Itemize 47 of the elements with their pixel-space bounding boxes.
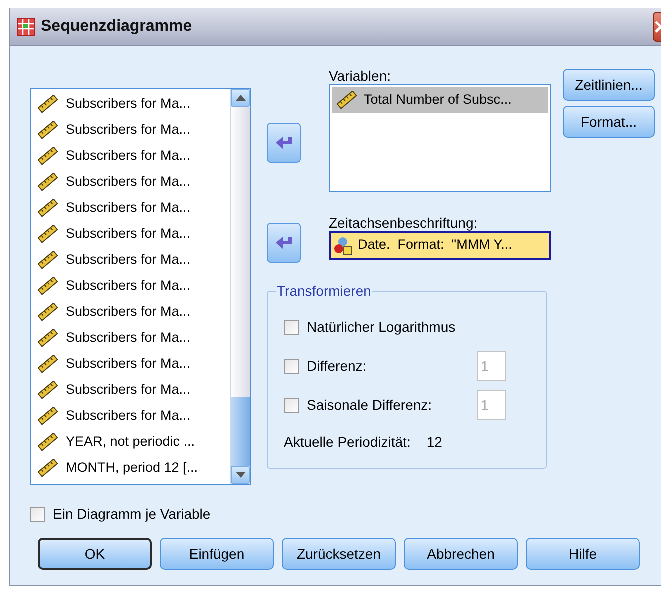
- option-label: Saisonale Differenz:: [307, 396, 434, 414]
- variable-list-item[interactable]: MONTH, period 12 [...: [31, 455, 230, 481]
- checkbox[interactable]: [284, 320, 299, 334]
- variable-list-item[interactable]: Subscribers for Ma...: [31, 403, 230, 429]
- variable-list-item[interactable]: Subscribers for Ma...: [31, 169, 230, 195]
- variables-label: Variablen:: [329, 67, 392, 84]
- window-title: Sequenzdiagramme: [41, 16, 194, 36]
- move-arrow-button[interactable]: [267, 123, 301, 163]
- variable-list-item[interactable]: Total Number of Subsc...: [332, 87, 548, 113]
- dialog-button[interactable]: Abbrechen: [404, 538, 518, 570]
- variable-list-item[interactable]: Subscribers for Ma...: [31, 117, 230, 143]
- scrollbar-thumb[interactable]: [231, 397, 250, 466]
- group-title: Transformieren: [276, 282, 372, 301]
- periodicity-label: Aktuelle Periodizität:: [284, 433, 411, 452]
- scroll-down-button[interactable]: [231, 466, 250, 484]
- curved-arrow-icon: [275, 135, 293, 151]
- variable-list-item[interactable]: Subscribers for Ma...: [31, 91, 230, 117]
- variable-list-item[interactable]: Subscribers for Ma...: [31, 195, 230, 221]
- variable-list-item[interactable]: Subscribers for Ma...: [31, 351, 230, 377]
- variable-list-item[interactable]: Subscribers for Ma...: [31, 247, 230, 273]
- dialog-button[interactable]: Zurücksetzen: [282, 538, 396, 570]
- checkbox-label: Ein Diagramm je Variable: [53, 505, 211, 524]
- dialog-button[interactable]: Einfügen: [160, 538, 274, 570]
- side-button[interactable]: Zeitlinien...: [563, 69, 655, 101]
- move-arrow-button[interactable]: [267, 223, 301, 263]
- scroll-down-icon: [236, 472, 246, 478]
- variable-list-item[interactable]: Subscribers for Ma...: [31, 377, 230, 403]
- variable-list-item[interactable]: Subscribers for Ma...: [31, 299, 230, 325]
- checkbox[interactable]: [30, 507, 45, 522]
- variable-list-item[interactable]: Subscribers for Ma...: [31, 273, 230, 299]
- curved-arrow-icon: [275, 235, 293, 251]
- time-axis-field[interactable]: Date. Format: "MMM Y...: [329, 231, 551, 260]
- time-axis-label: Zeitachsenbeschriftung:: [329, 214, 479, 231]
- variable-list-item[interactable]: Subscribers for Ma...: [31, 325, 230, 351]
- periodicity-value: 12: [426, 433, 442, 452]
- variable-list-item[interactable]: Subscribers for Ma...: [31, 143, 230, 169]
- date-variable-icon: [334, 236, 354, 254]
- scroll-up-icon: [236, 95, 246, 101]
- option-label: Differenz:: [307, 356, 368, 376]
- dialog-button[interactable]: OK: [38, 538, 152, 570]
- dialog-button[interactable]: Hilfe: [526, 538, 640, 570]
- scroll-up-button[interactable]: [231, 89, 250, 107]
- table-icon: [17, 18, 35, 36]
- variable-list-item[interactable]: YEAR, not periodic ...: [31, 429, 230, 455]
- option-label: Natürlicher Logarithmus: [307, 318, 457, 337]
- variable-list-item[interactable]: Subscribers for Ma...: [31, 221, 230, 247]
- side-button[interactable]: Format...: [563, 106, 655, 138]
